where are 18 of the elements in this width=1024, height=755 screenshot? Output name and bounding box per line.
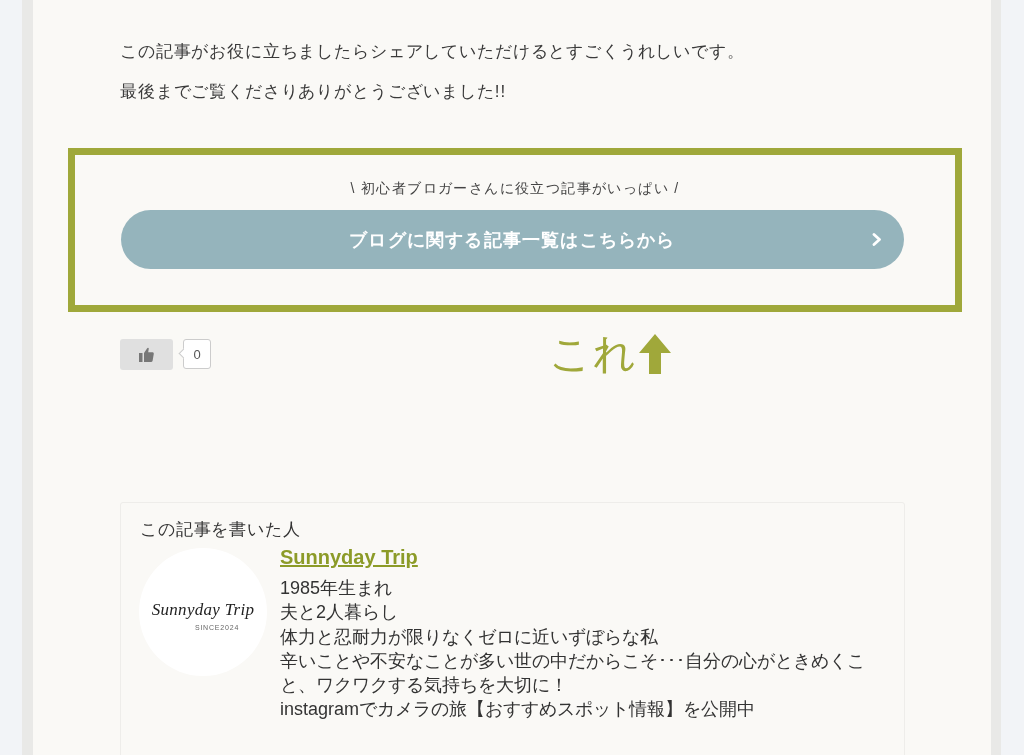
caption: \ 初心者ブロガーさんに役立つ記事がいっぱい / bbox=[350, 179, 680, 198]
paragraph: 最後までご覧くださりありがとうございました!! bbox=[120, 81, 506, 103]
paragraph: この記事がお役に立ちましたらシェアしていただけるとすごくうれしいです。 bbox=[120, 41, 745, 63]
bio-line: 夫と2人暮らし bbox=[280, 601, 399, 625]
like-count: 0 bbox=[178, 339, 211, 369]
bio-line: instagramでカメラの旅【おすすめスポット情報】を公開中 bbox=[280, 698, 757, 722]
chevron-right-icon bbox=[872, 233, 882, 246]
author-name-link[interactable]: Sunnyday Trip bbox=[280, 544, 418, 570]
annotation-text: これ bbox=[549, 333, 637, 375]
bio-line: 体力と忍耐力が限りなくゼロに近いずぼらな私 bbox=[280, 625, 659, 649]
like-button[interactable] bbox=[120, 338, 173, 370]
bio-line: 1985年生まれ bbox=[280, 577, 394, 600]
author-box-heading: この記事を書いた人 bbox=[140, 519, 301, 541]
article-list-button[interactable]: ブログに関する記事一覧はこちらから bbox=[121, 210, 904, 269]
arrow-up-icon bbox=[639, 334, 671, 374]
thumbs-up-icon bbox=[139, 346, 154, 362]
logo-text: Sunnyday Trip bbox=[151, 599, 255, 620]
bio-line: 辛いことや不安なことが多い世の中だからこそ･･･自分の心がときめくこと、ワクワクする気持ちを大切に！ bbox=[280, 649, 866, 698]
